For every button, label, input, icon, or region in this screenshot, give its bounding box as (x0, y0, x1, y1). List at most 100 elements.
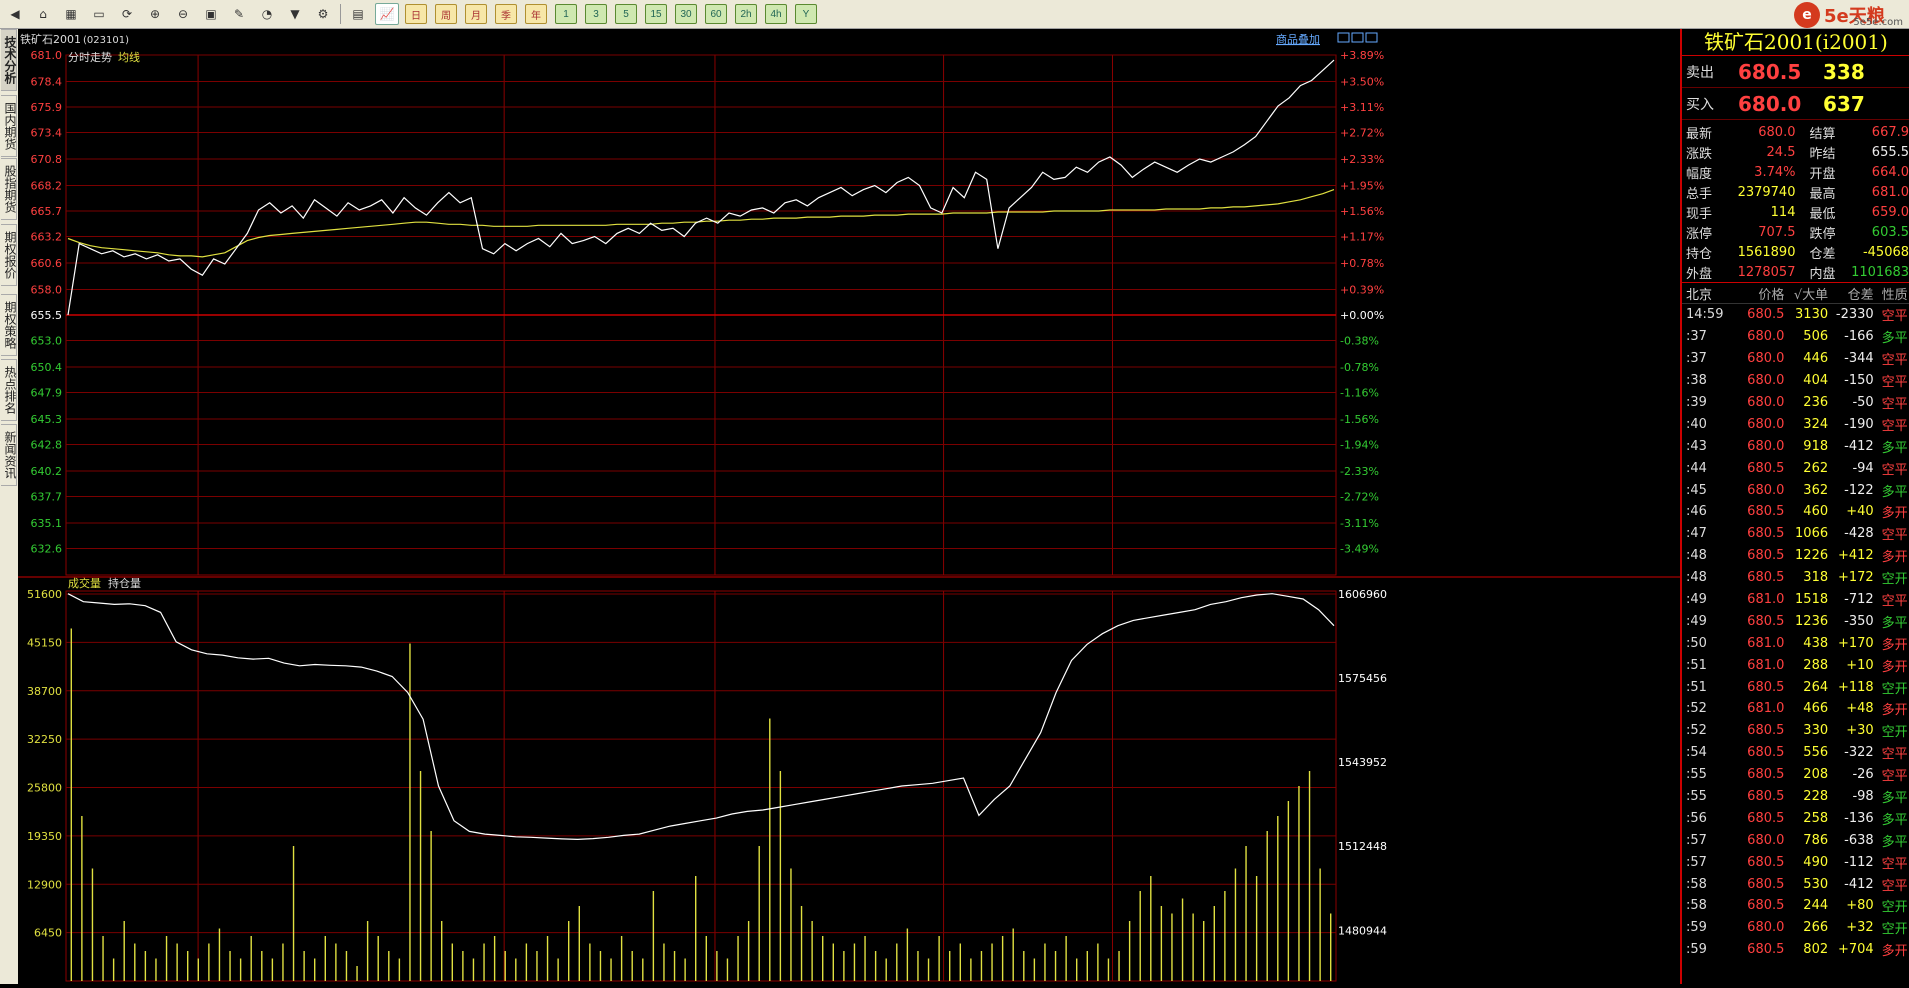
tick-time: :47 (1686, 526, 1707, 542)
tick-volume: 362 (1803, 482, 1829, 498)
stat-label: 跌停 (1809, 226, 1836, 242)
percent-tick-label: -2.33% (1340, 465, 1379, 478)
stat-label: 现手 (1686, 206, 1713, 222)
period-button[interactable]: 日 (405, 4, 427, 24)
tick-price: 681.0 (1747, 657, 1785, 673)
stat-value: -45068 (1862, 244, 1909, 260)
tick-row: :47 680.5 1066 -428 空平 (1682, 523, 1909, 545)
tick-price: 680.0 (1747, 351, 1785, 367)
stat-value: 664.0 (1871, 164, 1909, 180)
period-button[interactable]: 1 (555, 4, 577, 24)
side-tab[interactable]: 新闻资讯 (1, 424, 17, 486)
monitor-icon[interactable]: ▭ (88, 4, 110, 24)
back-icon[interactable]: ◀ (4, 4, 26, 24)
tick-nature: 空平 (1881, 594, 1908, 610)
instrument-code: (023101) (83, 35, 129, 46)
period-button[interactable]: 15 (645, 4, 667, 24)
pen-icon[interactable]: ✎ (228, 4, 250, 24)
period-button[interactable]: 3 (585, 4, 607, 24)
tick-volume: 1226 (1795, 548, 1829, 564)
filter-icon[interactable]: ▼ (284, 4, 306, 24)
tick-price: 680.0 (1747, 416, 1785, 432)
tick-time: :54 (1686, 745, 1707, 761)
tick-price: 680.5 (1747, 810, 1785, 826)
intraday-chart-icon[interactable]: 📈 (375, 3, 399, 25)
tick-oi-change: -166 (1844, 329, 1874, 345)
tick-table-header: 北京 价格 √大单 仓差 性质 (1682, 283, 1909, 304)
period-button[interactable]: 季 (495, 4, 517, 24)
price-tick-label: 678.4 (31, 76, 63, 89)
tick-price: 681.0 (1747, 701, 1785, 717)
home-icon[interactable]: ⌂ (32, 4, 54, 24)
tick-row: :48 680.5 318 +172 空开 (1682, 567, 1909, 589)
price-tick-label: 650.4 (31, 361, 63, 374)
period-button[interactable]: Y (795, 4, 817, 24)
stat-value: 1561890 (1737, 244, 1796, 260)
period-button[interactable]: 2h (735, 4, 757, 24)
price-tick-label: 663.2 (31, 230, 63, 243)
side-tab[interactable]: 股指期货 (1, 158, 17, 220)
period-button[interactable]: 5 (615, 4, 637, 24)
tick-price: 680.5 (1747, 854, 1785, 870)
pie-icon[interactable]: ◔ (256, 4, 278, 24)
volume-tick-label: 19350 (27, 830, 62, 843)
tick-row: :45 680.0 362 -122 多平 (1682, 479, 1909, 501)
period-button[interactable]: 30 (675, 4, 697, 24)
price-tick-label: 645.3 (31, 413, 63, 426)
tick-volume: 530 (1803, 876, 1829, 892)
tick-time: :37 (1686, 351, 1707, 367)
stat-value: 2379740 (1737, 184, 1796, 200)
tick-oi-change: +704 (1837, 942, 1874, 958)
period-button[interactable]: 4h (765, 4, 787, 24)
tick-price: 680.5 (1747, 723, 1785, 739)
col-volume[interactable]: √大单 (1784, 284, 1828, 303)
percent-tick-label: -0.78% (1340, 361, 1379, 374)
tick-nature: 空平 (1881, 397, 1908, 412)
period-button[interactable]: 月 (465, 4, 487, 24)
tick-price: 680.0 (1747, 329, 1785, 345)
tick-oi-change: +412 (1837, 548, 1874, 564)
tick-time: :59 (1686, 920, 1707, 936)
volume-tick-label: 25800 (27, 782, 62, 795)
period-button[interactable]: 周 (435, 4, 457, 24)
tick-row: :43 680.0 918 -412 多平 (1682, 435, 1909, 457)
price-tick-label: 673.4 (31, 126, 63, 139)
col-price: 价格 (1758, 287, 1785, 303)
tick-oi-change: +30 (1846, 723, 1874, 739)
window-icon[interactable]: ▣ (200, 4, 222, 24)
tick-time: :51 (1686, 657, 1707, 673)
tick-nature: 多平 (1881, 791, 1908, 807)
tick-oi-change: +10 (1846, 657, 1874, 673)
settings-icon[interactable]: ⚙ (312, 4, 334, 24)
avg-line-label[interactable]: 均线 (118, 50, 140, 64)
refresh-icon[interactable]: ⟳ (116, 4, 138, 24)
overlay-link[interactable]: 商品叠加 (1276, 32, 1320, 46)
stat-value: 24.5 (1766, 144, 1796, 160)
tick-volume: 262 (1803, 460, 1829, 476)
tick-time: :56 (1686, 810, 1707, 826)
zoom-out-icon[interactable]: ⊖ (172, 4, 194, 24)
tick-row: :48 680.5 1226 +412 多开 (1682, 545, 1909, 567)
period-button[interactable]: 60 (705, 4, 727, 24)
zoom-in-icon[interactable]: ⊕ (144, 4, 166, 24)
col-oi-change: 仓差 (1847, 287, 1874, 303)
side-tab[interactable]: 热点排名 (1, 359, 17, 421)
volume-tick-label: 6450 (34, 927, 62, 940)
price-tick-label: 647.9 (31, 386, 63, 399)
toolbar-separator (340, 4, 341, 24)
side-tab[interactable]: 国内期货 (1, 95, 17, 157)
stat-label: 仓差 (1809, 246, 1836, 262)
stat-label: 涨跌 (1686, 146, 1713, 162)
tick-price: 680.5 (1747, 504, 1785, 520)
tick-row: :49 681.0 1518 -712 空平 (1682, 589, 1909, 611)
tick-nature: 空平 (1881, 375, 1908, 391)
side-tab[interactable]: 技术分析 (1, 29, 17, 91)
table-view-icon[interactable]: ▤ (347, 4, 369, 24)
tick-time: :39 (1686, 395, 1707, 410)
oi-tick-label: 1480944 (1338, 924, 1387, 937)
side-tab[interactable]: 期权报价 (1, 224, 17, 286)
tick-oi-change: -136 (1844, 810, 1874, 826)
side-tab[interactable]: 期权策略 (1, 294, 17, 356)
book-icon[interactable]: ▦ (60, 4, 82, 24)
period-button[interactable]: 年 (525, 4, 547, 24)
